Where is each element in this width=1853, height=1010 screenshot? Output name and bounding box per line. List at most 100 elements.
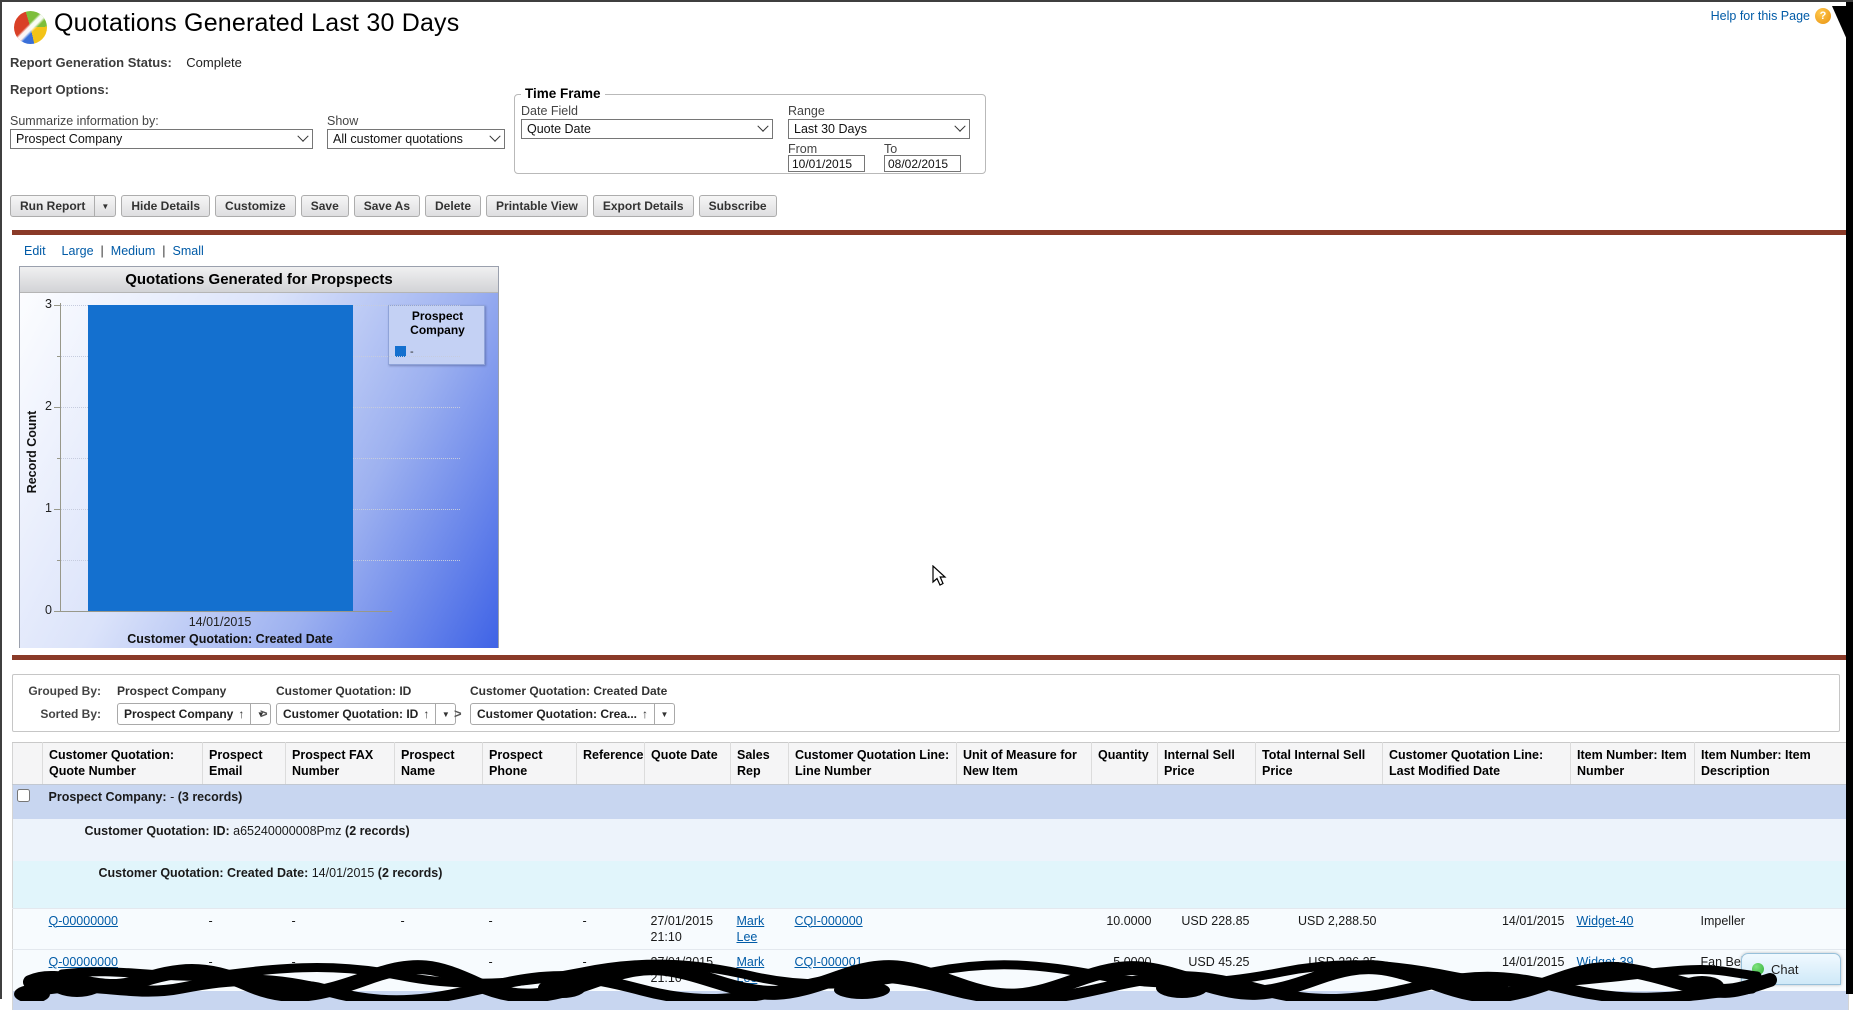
bar-14/01/2015	[88, 305, 353, 611]
sort-dropdown-icon[interactable]: ▼	[435, 704, 455, 724]
cell-internal-sell-price: USD 228.85	[1158, 908, 1256, 950]
col-header-quote-date[interactable]: Quote Date	[645, 743, 731, 785]
chart-size-large-link[interactable]: Large	[62, 244, 94, 258]
sales-rep-link[interactable]: Mark Lee	[737, 914, 765, 944]
delete-button[interactable]: Delete	[425, 195, 481, 217]
summarize-by-label: Summarize information by:	[10, 114, 159, 128]
sales-rep-link[interactable]: Mark Lee	[737, 955, 765, 985]
col-header-last-modified-date[interactable]: Customer Quotation Line: Last Modified D…	[1383, 743, 1571, 785]
cell-last-modified: 14/01/2015	[1383, 950, 1571, 991]
sort-button-created-date[interactable]: Customer Quotation: Crea...↑ ▼	[470, 703, 675, 725]
run-report-label: Run Report	[11, 196, 95, 216]
section-divider-rule	[12, 655, 1848, 660]
y-tick-label: 3	[28, 297, 52, 311]
y-tick	[54, 509, 61, 510]
col-header-quantity[interactable]: Quantity	[1092, 743, 1158, 785]
col-header-prospect-fax[interactable]: Prospect FAX Number	[286, 743, 395, 785]
col-header-uom-new-item[interactable]: Unit of Measure for New Item	[957, 743, 1092, 785]
col-header-prospect-name[interactable]: Prospect Name	[395, 743, 483, 785]
chevron-down-icon	[489, 131, 500, 142]
chart-size-medium-link[interactable]: Medium	[111, 244, 155, 258]
y-tick	[54, 305, 61, 306]
col-header-prospect-email[interactable]: Prospect Email	[203, 743, 286, 785]
cell-quote-date: 27/01/2015 21:10	[645, 908, 731, 950]
group-select-checkbox[interactable]	[17, 789, 30, 802]
col-header-line-number[interactable]: Customer Quotation Line: Line Number	[789, 743, 957, 785]
group-row-prospect-company: Prospect Company: - (3 records)	[13, 784, 1849, 819]
export-details-button[interactable]: Export Details	[593, 195, 694, 217]
cell-prospect-phone: -	[483, 908, 577, 950]
sorted-by-label: Sorted By:	[13, 707, 101, 721]
grouping-panel: Grouped By: Prospect Company Customer Qu…	[12, 674, 1840, 732]
quote-number-link[interactable]: Q-00000000	[49, 955, 119, 969]
quote-number-link[interactable]: Q-00000000	[49, 914, 119, 928]
cell-prospect-email: -	[203, 950, 286, 991]
col-header-total-internal-sell-price[interactable]: Total Internal Sell Price	[1256, 743, 1383, 785]
legend-title: Prospect Company	[395, 310, 480, 338]
separator: |	[162, 244, 165, 258]
cell-quote-date: 27/01/2015 21:10	[645, 950, 731, 991]
chart-size-small-link[interactable]: Small	[173, 244, 204, 258]
save-as-button[interactable]: Save As	[354, 195, 420, 217]
col-header-item-number[interactable]: Item Number: Item Number	[1571, 743, 1695, 785]
col-header-sales-rep[interactable]: Sales Rep	[731, 743, 789, 785]
cell-internal-sell-price: USD 45.25	[1158, 950, 1256, 991]
col-header-internal-sell-price[interactable]: Internal Sell Price	[1158, 743, 1256, 785]
y-minor-tick	[57, 560, 61, 561]
help-question-icon[interactable]: ?	[1815, 8, 1831, 24]
from-date-input[interactable]	[788, 155, 865, 172]
y-tick	[54, 611, 61, 612]
sort-button-customer-quotation-id[interactable]: Customer Quotation: ID↑ ▼	[276, 703, 456, 725]
chart-plot-area: Record Count 14/01/2015 Customer Quotati…	[20, 293, 498, 648]
range-value: Last 30 Days	[794, 122, 867, 136]
group-field: Customer Quotation: ID:	[85, 824, 230, 838]
chat-tab[interactable]: Chat	[1741, 953, 1841, 985]
to-date-input[interactable]	[884, 155, 961, 172]
edit-chart-link[interactable]: Edit	[24, 244, 46, 258]
col-header-prospect-phone[interactable]: Prospect Phone	[483, 743, 577, 785]
run-report-dropdown-icon[interactable]: ▼	[95, 196, 115, 216]
show-select[interactable]: All customer quotations	[327, 129, 505, 149]
cell-prospect-phone: -	[483, 950, 577, 991]
report-toolbar: Run Report ▼ Hide Details Customize Save…	[10, 195, 777, 217]
group-value: 14/01/2015	[312, 866, 375, 880]
item-number-link[interactable]: Widget-40	[1577, 914, 1634, 928]
customize-button[interactable]: Customize	[215, 195, 296, 217]
save-button[interactable]: Save	[301, 195, 349, 217]
run-report-button[interactable]: Run Report ▼	[10, 195, 116, 217]
cell-prospect-fax: -	[286, 908, 395, 950]
page-title: Quotations Generated Last 30 Days	[54, 9, 459, 38]
chevron-down-icon	[297, 131, 308, 142]
hide-details-button[interactable]: Hide Details	[121, 195, 210, 217]
y-tick-label: 1	[28, 501, 52, 515]
y-axis-title: Record Count	[25, 312, 39, 592]
from-label: From	[788, 142, 817, 156]
grouped-field-3: Customer Quotation: Created Date	[470, 684, 667, 698]
x-tick-label: 14/01/2015	[120, 615, 320, 629]
sort-button-prospect-company[interactable]: Prospect Company↑ ▼	[117, 703, 271, 725]
item-number-link[interactable]: Widget-39	[1577, 955, 1634, 969]
group-row-label: Customer Quotation: Created Date: 14/01/…	[43, 861, 1849, 908]
line-number-link[interactable]: CQI-000001	[795, 955, 863, 969]
line-number-link[interactable]: CQI-000000	[795, 914, 863, 928]
subscribe-button[interactable]: Subscribe	[699, 195, 777, 217]
time-frame-legend: Time Frame	[521, 86, 605, 101]
help-link[interactable]: Help for this Page	[1711, 9, 1810, 23]
table-header-row: Customer Quotation: Quote Number Prospec…	[13, 743, 1849, 785]
date-field-select[interactable]: Quote Date	[521, 119, 773, 139]
summarize-by-select[interactable]: Prospect Company	[10, 129, 313, 149]
sort-chevron: >	[454, 706, 462, 721]
range-select[interactable]: Last 30 Days	[788, 119, 970, 139]
cell-total-internal-sell-price: USD 226.25	[1256, 950, 1383, 991]
group-row-quotation-id: Customer Quotation: ID: a65240000008Pmz …	[13, 819, 1849, 861]
col-header-item-description[interactable]: Item Number: Item Description	[1695, 743, 1849, 785]
chevron-down-icon	[757, 121, 768, 132]
table-row: Q-00000000 - - - - - 27/01/2015 21:10 Ma…	[13, 950, 1849, 991]
col-header-quote-number[interactable]: Customer Quotation: Quote Number	[43, 743, 203, 785]
y-minor-tick	[57, 356, 61, 357]
partially-hidden-group-row	[13, 991, 1849, 1010]
sort-dropdown-icon[interactable]: ▼	[654, 704, 674, 724]
printable-view-button[interactable]: Printable View	[486, 195, 588, 217]
sort-asc-icon: ↑	[238, 707, 244, 721]
col-header-reference[interactable]: Reference	[577, 743, 645, 785]
